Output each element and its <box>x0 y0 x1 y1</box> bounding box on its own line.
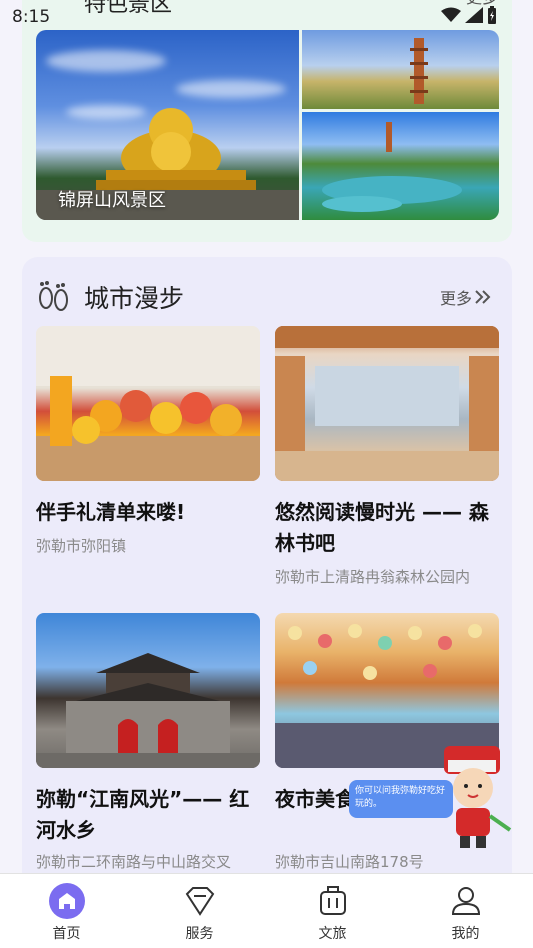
lake-illustration <box>322 122 462 212</box>
footprints-icon <box>39 281 68 311</box>
ancient-gate-tower <box>36 653 260 768</box>
scenic-featured-image[interactable]: 锦屏山风景区 <box>36 30 299 220</box>
travel-icon <box>320 886 346 915</box>
assistant-mascot[interactable] <box>430 738 516 850</box>
more-label: 更多 <box>440 289 473 308</box>
profile-icon <box>451 887 481 915</box>
gift-list-image[interactable] <box>36 326 260 481</box>
honghe-water-town-image[interactable] <box>36 613 260 768</box>
nav-item-home[interactable]: 首页 <box>0 874 133 948</box>
nav-label: 首页 <box>52 926 81 942</box>
tile-title[interactable]: 悠然阅读慢时光 —— 森林书吧 <box>275 497 505 559</box>
city-walk-more-link[interactable]: 更多 <box>440 285 492 309</box>
nav-label: 文旅 <box>318 926 347 942</box>
scenic-more-link[interactable]: 更多 <box>466 0 498 8</box>
home-icon <box>49 883 85 919</box>
nav-label: 服务 <box>185 926 214 942</box>
tile-location: 弥勒市吉山南路178号 <box>275 853 424 871</box>
nav-label: 我的 <box>451 926 480 942</box>
nav-item-travel[interactable]: 文旅 <box>266 874 399 948</box>
tile-location: 弥勒市弥阳镇 <box>36 537 127 555</box>
scenic-pagoda-image[interactable] <box>302 30 499 109</box>
scenic-featured-label: 锦屏山风景区 <box>58 190 166 211</box>
service-icon <box>185 887 215 916</box>
scenic-title: 特色景区 <box>84 0 173 17</box>
tile-title[interactable]: 弥勒“江南风光”—— 红河水乡 <box>36 784 266 846</box>
tile-title[interactable]: 伴手礼清单来喽! <box>36 497 266 528</box>
tile-location: 弥勒市二环南路与中山路交叉 <box>36 853 232 871</box>
mascot-plush-display <box>36 326 260 481</box>
book-bar-interior <box>275 326 499 481</box>
double-chevron-right-icon <box>475 290 491 304</box>
bottom-navigation: 首页 服务 文旅 我的 <box>0 873 533 948</box>
scenic-lake-image[interactable] <box>302 112 499 220</box>
tile-location: 弥勒市上清路冉翁森林公园内 <box>275 568 471 586</box>
nav-item-service[interactable]: 服务 <box>133 874 266 948</box>
forest-book-bar-image[interactable] <box>275 326 499 481</box>
city-walk-title: 城市漫步 <box>84 284 185 313</box>
nav-item-profile[interactable]: 我的 <box>399 874 532 948</box>
pagoda-illustration <box>410 38 428 104</box>
scenic-header: 特色景区 更多 <box>22 0 512 17</box>
